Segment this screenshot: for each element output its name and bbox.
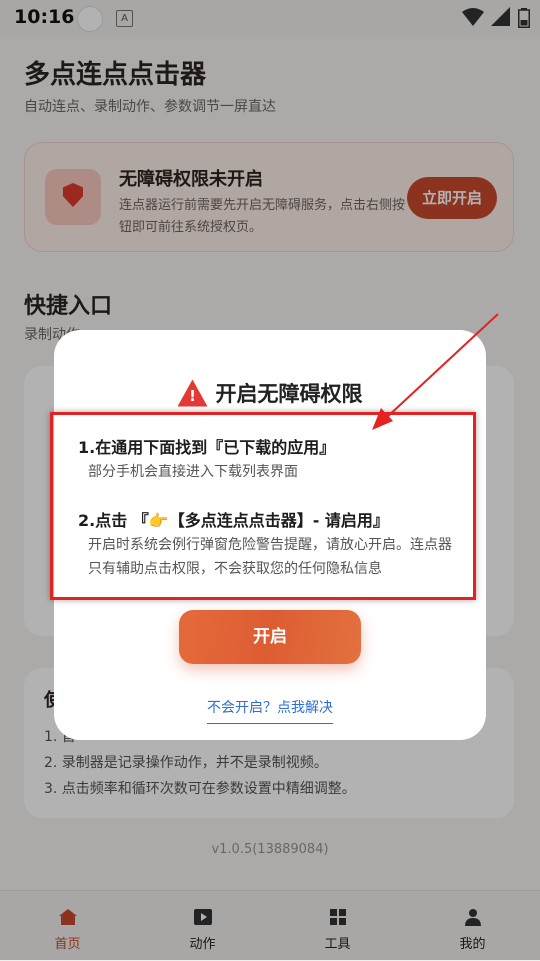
annotation-arrow-icon [372, 313, 499, 430]
